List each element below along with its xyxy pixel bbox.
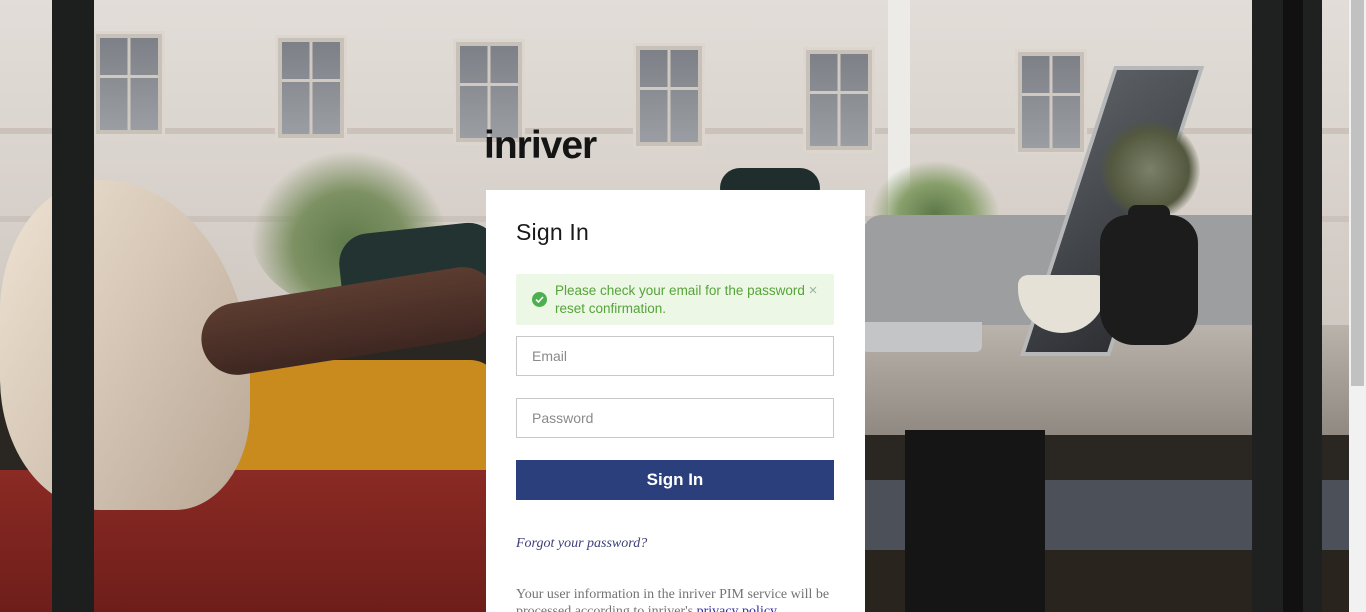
building-window — [636, 46, 702, 146]
close-icon[interactable]: × — [806, 283, 820, 299]
signin-title: Sign In — [516, 219, 590, 245]
vase — [1100, 215, 1198, 345]
building-window — [96, 34, 162, 134]
privacy-policy-link[interactable]: privacy policy — [697, 604, 777, 612]
inriver-logo: inriver — [484, 124, 597, 167]
scrollbar-thumb[interactable] — [1351, 0, 1364, 386]
email-input[interactable] — [517, 337, 833, 375]
privacy-text: Your user information in the inriver PIM… — [516, 587, 830, 612]
email-field-wrapper — [516, 336, 834, 376]
alert-message: Please check your email for the password… — [555, 283, 805, 316]
signin-button[interactable]: Sign In — [516, 460, 834, 500]
privacy-notice: Your user information in the inriver PIM… — [516, 586, 836, 612]
building-window — [806, 50, 872, 150]
building-window — [1018, 52, 1084, 152]
laptop-base — [862, 322, 982, 352]
window-frame — [1283, 0, 1303, 612]
success-alert: Please check your email for the password… — [516, 274, 834, 325]
signin-card: Sign In Please check your email for the … — [486, 190, 865, 612]
building-window — [278, 38, 344, 138]
check-circle-icon — [532, 292, 547, 307]
forgot-password-link[interactable]: Forgot your password? — [516, 536, 647, 552]
password-input[interactable] — [517, 399, 833, 437]
window-frame — [52, 0, 94, 612]
password-field-wrapper — [516, 398, 834, 438]
table-leg — [905, 430, 1045, 612]
